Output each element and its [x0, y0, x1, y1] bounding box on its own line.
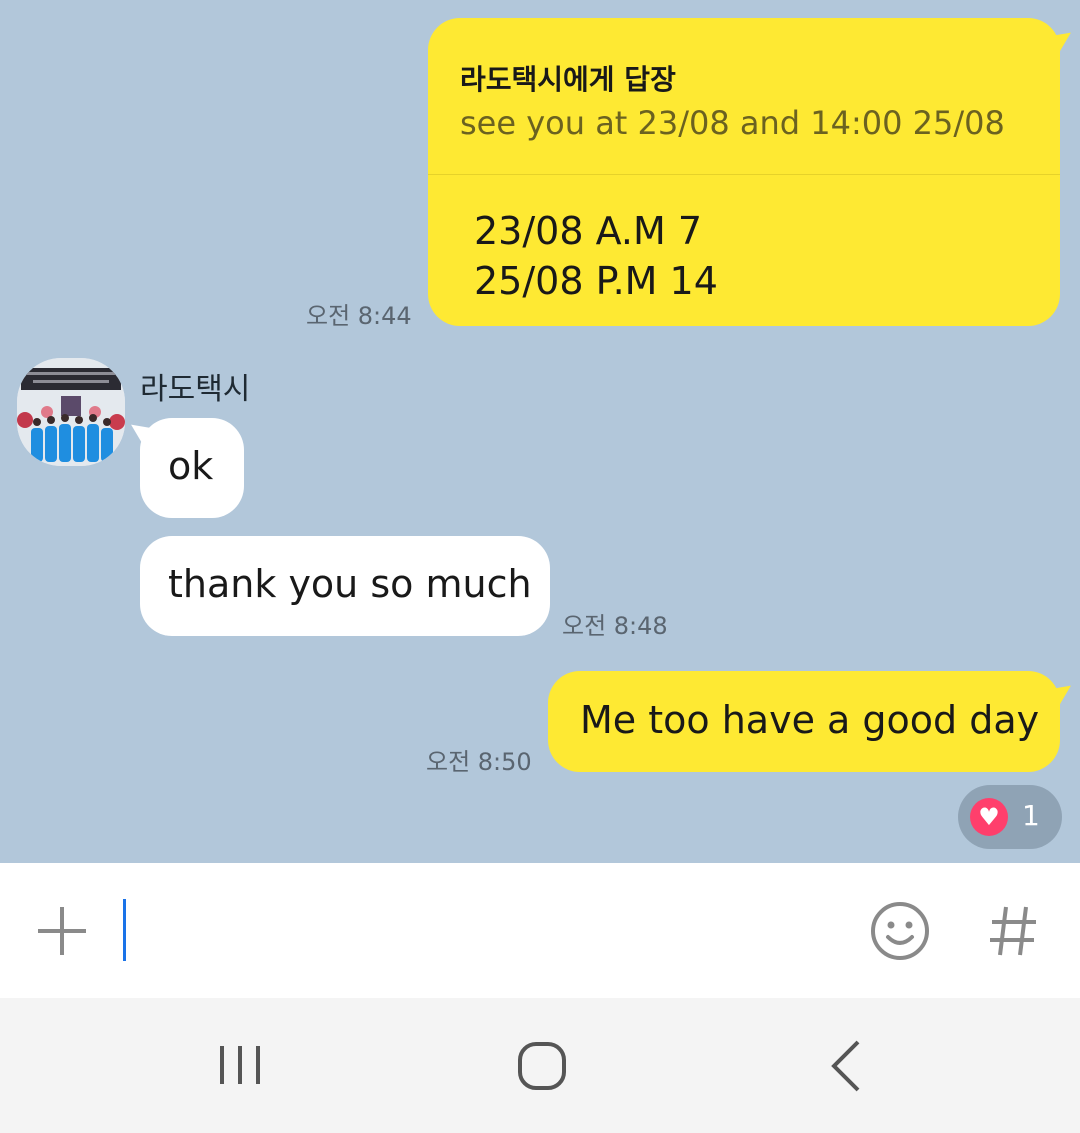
reply-line-2: 25/08 P.M 14	[474, 259, 718, 303]
message-bubble-thanks[interactable]: thank you so much	[140, 536, 550, 636]
reply-target-title: 라도택시에게 답장	[460, 63, 676, 96]
reply-divider	[428, 174, 1060, 175]
message-text: Me too have a good day	[580, 698, 1040, 742]
system-nav-bar	[0, 998, 1080, 1133]
hashtag-icon[interactable]	[986, 903, 1042, 959]
message-time: 오전 8:50	[426, 748, 532, 776]
text-cursor	[123, 899, 126, 961]
reaction-badge[interactable]: ♥ 1	[958, 785, 1062, 849]
message-text: ok	[168, 444, 214, 488]
message-bubble-me-too[interactable]: Me too have a good day	[548, 671, 1060, 772]
reply-message-text: 23/08 A.M 7 25/08 P.M 14	[474, 206, 718, 306]
sender-name: 라도택시	[140, 372, 251, 407]
message-time: 오전 8:44	[306, 302, 412, 330]
recents-icon[interactable]	[214, 1042, 266, 1088]
avatar-photo	[17, 358, 125, 466]
reaction-count: 1	[1022, 799, 1040, 832]
chat-area[interactable]: 오전 8:44 라도택시에게 답장 see you at 23/08 and 1…	[0, 0, 1080, 863]
message-input-bar	[0, 863, 1080, 998]
reply-quoted-text[interactable]: see you at 23/08 and 14:00 25/08	[460, 104, 1005, 142]
heart-icon: ♥	[970, 798, 1008, 836]
message-text: thank you so much	[168, 562, 532, 606]
message-time: 오전 8:48	[562, 612, 668, 640]
home-icon[interactable]	[516, 1040, 568, 1092]
emoji-icon[interactable]	[870, 901, 930, 961]
plus-icon[interactable]	[34, 903, 90, 959]
reply-message-bubble[interactable]: 라도택시에게 답장 see you at 23/08 and 14:00 25/…	[428, 18, 1060, 326]
message-input[interactable]	[120, 893, 840, 969]
reply-line-1: 23/08 A.M 7	[474, 209, 703, 253]
back-icon[interactable]	[826, 1038, 866, 1094]
sender-avatar[interactable]	[17, 358, 125, 466]
message-bubble-ok[interactable]: ok	[140, 418, 244, 518]
